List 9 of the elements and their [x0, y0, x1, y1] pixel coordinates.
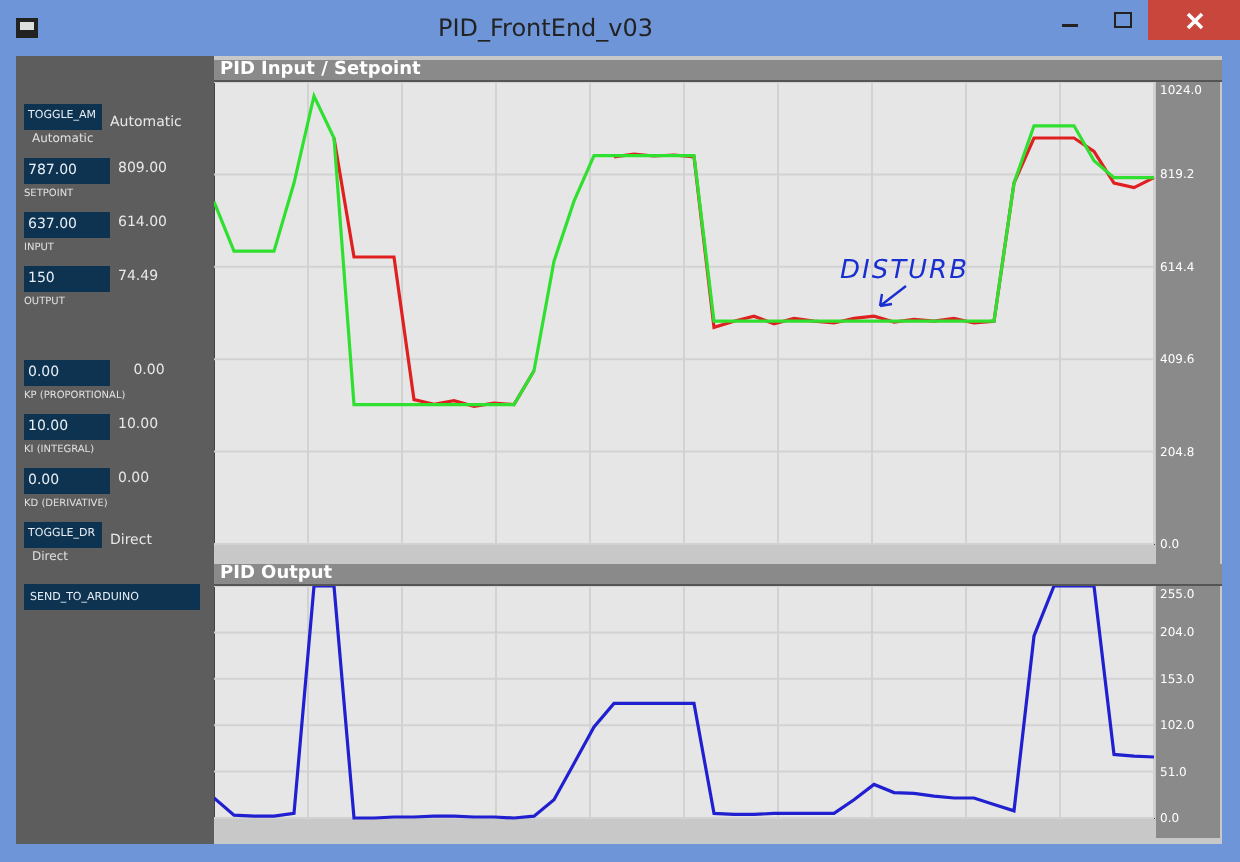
chart-title: PID Input / Setpoint — [214, 60, 1222, 82]
handwritten-annotation: DISTURB — [840, 256, 970, 286]
window-title: PID_FrontEnd_v03 — [438, 14, 654, 42]
arrow-icon — [874, 284, 910, 312]
close-icon — [1185, 11, 1203, 29]
app-icon — [16, 18, 38, 38]
close-button[interactable] — [1148, 0, 1240, 40]
chart-title: PID Output — [214, 564, 1222, 586]
maximize-icon — [1113, 12, 1131, 28]
